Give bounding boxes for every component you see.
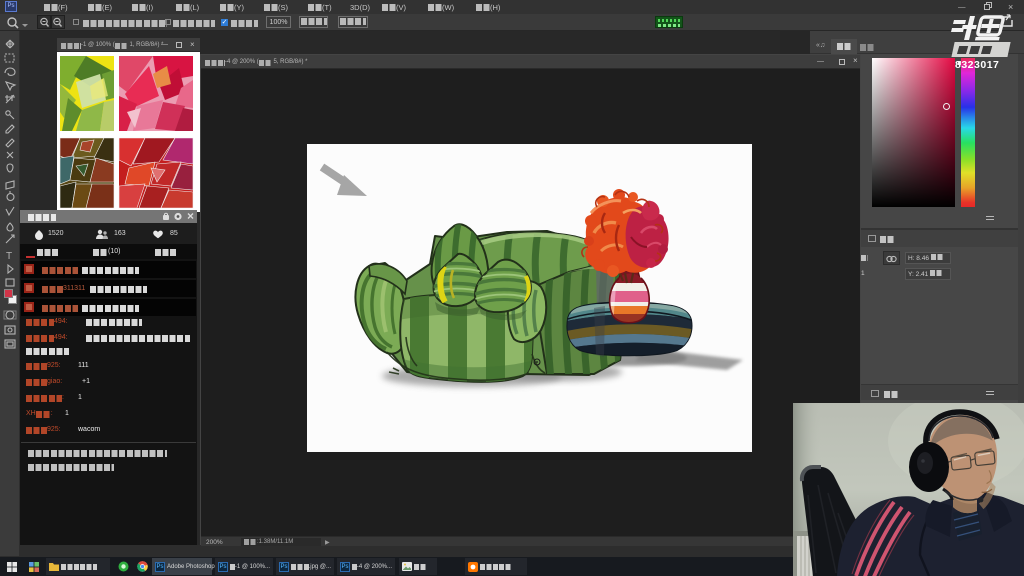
- svg-text:T: T: [6, 251, 12, 262]
